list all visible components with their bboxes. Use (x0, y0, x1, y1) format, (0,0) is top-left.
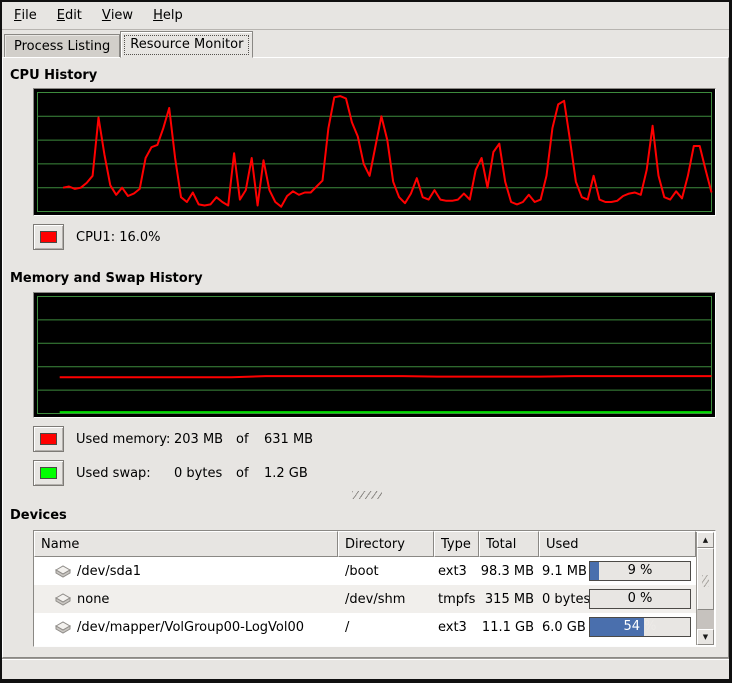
cpu-history-graph (33, 88, 716, 216)
resource-monitor-page: CPU History CPU1: 16.0% Memory and Swap … (2, 57, 729, 658)
cpu-color-swatch (40, 231, 57, 243)
device-type-cell: ext3 (434, 564, 479, 579)
memory-legend: Used memory: 203 MB of 631 MB (33, 425, 313, 453)
cpu-color-button[interactable] (33, 224, 64, 250)
device-directory-cell: /dev/shm (338, 592, 434, 607)
devices-table: Name Directory Type Total Used /dev/sda1… (33, 530, 716, 647)
memory-of-label: of (236, 432, 264, 447)
cpu-history-title: CPU History (10, 68, 97, 83)
swap-total-value: 1.2 GB (264, 466, 308, 481)
scrollbar-up-arrow-icon[interactable]: ▲ (697, 532, 714, 548)
swap-used-value: 0 bytes (174, 466, 236, 481)
progress-label: 9 % (590, 562, 690, 580)
cpu-history-plot (34, 89, 715, 215)
scrollbar-trough[interactable] (697, 610, 714, 629)
device-usage-progress-bar: 9 %9 % (589, 561, 691, 581)
progress-fill: 9 % (590, 562, 599, 580)
progress-label: 0 % (590, 590, 690, 608)
disk-drive-icon (54, 620, 72, 634)
device-total-cell: 315 MB (479, 592, 539, 607)
device-row[interactable]: none/dev/shmtmpfs315 MB0 bytes0 %0 % (34, 585, 697, 613)
memory-used-value: 203 MB (174, 432, 236, 447)
status-bar (2, 658, 729, 679)
device-type-cell: ext3 (434, 620, 479, 635)
device-name: /dev/mapper/VolGroup00-LogVol00 (77, 620, 304, 635)
memory-total-value: 631 MB (264, 432, 313, 447)
device-used-value: 6.0 GB (539, 620, 589, 635)
menu-edit[interactable]: Edit (47, 2, 92, 29)
disk-drive-icon (54, 592, 72, 606)
device-used-value: 9.1 MB (539, 564, 589, 579)
device-used-cell: 6.0 GB54 %54 % (539, 617, 696, 637)
device-name-cell: none (34, 592, 338, 607)
devices-vertical-scrollbar[interactable]: ▲ ▼ (696, 532, 714, 645)
swap-of-label: of (236, 466, 264, 481)
device-used-cell: 0 bytes0 %0 % (539, 589, 696, 609)
disk-drive-icon (54, 564, 72, 578)
devices-table-header: Name Directory Type Total Used (34, 531, 697, 557)
menu-file[interactable]: File (4, 2, 47, 29)
device-total-cell: 98.3 MB (479, 564, 539, 579)
cpu-legend-label: CPU1: 16.0% (76, 230, 161, 245)
scrollbar-thumb[interactable] (697, 548, 714, 610)
cpu-legend: CPU1: 16.0% (33, 223, 161, 251)
column-header-type[interactable]: Type (434, 531, 479, 557)
progress-fill: 54 % (590, 618, 644, 636)
swap-legend-label: Used swap: (76, 466, 174, 481)
memory-color-swatch (40, 433, 57, 445)
system-monitor-window: File Edit View Help Process Listing Reso… (0, 0, 732, 683)
device-used-cell: 9.1 MB9 %9 % (539, 561, 696, 581)
menu-bar: File Edit View Help (2, 2, 729, 30)
devices-rows: /dev/sda1/bootext398.3 MB9.1 MB9 %9 %non… (34, 557, 715, 641)
device-row[interactable]: /dev/mapper/VolGroup00-LogVol00 /ext311.1… (34, 613, 697, 641)
progress-label-overlay: 54 % (590, 618, 644, 636)
device-used-value: 0 bytes (539, 592, 589, 607)
device-usage-progress-bar: 0 %0 % (589, 589, 691, 609)
device-directory-cell: /boot (338, 564, 434, 579)
column-header-name[interactable]: Name (34, 531, 338, 557)
device-name: /dev/sda1 (77, 564, 141, 579)
devices-title: Devices (10, 508, 67, 523)
device-row[interactable]: /dev/sda1/bootext398.3 MB9.1 MB9 %9 % (34, 557, 697, 585)
column-header-total[interactable]: Total (479, 531, 539, 557)
device-name-cell: /dev/mapper/VolGroup00-LogVol00 (34, 620, 338, 635)
memory-legend-label: Used memory: (76, 432, 174, 447)
device-total-cell: 11.1 GB (479, 620, 539, 635)
menu-view[interactable]: View (92, 2, 143, 29)
swap-legend: Used swap: 0 bytes of 1.2 GB (33, 459, 308, 487)
tab-process-listing[interactable]: Process Listing (4, 34, 120, 57)
swap-color-button[interactable] (33, 460, 64, 486)
swap-color-swatch (40, 467, 57, 479)
menu-help[interactable]: Help (143, 2, 193, 29)
tab-resource-monitor[interactable]: Resource Monitor (120, 31, 253, 58)
scrollbar-down-arrow-icon[interactable]: ▼ (697, 629, 714, 645)
pane-resize-grip[interactable] (352, 491, 382, 499)
progress-label-overlay: 9 % (590, 562, 599, 580)
column-header-directory[interactable]: Directory (338, 531, 434, 557)
device-usage-progress-bar: 54 %54 % (589, 617, 691, 637)
column-header-used[interactable]: Used (539, 531, 696, 557)
device-name: none (77, 592, 109, 607)
memory-history-title: Memory and Swap History (10, 271, 203, 286)
device-name-cell: /dev/sda1 (34, 564, 338, 579)
device-type-cell: tmpfs (434, 592, 479, 607)
memory-color-button[interactable] (33, 426, 64, 452)
device-directory-cell: / (338, 620, 434, 635)
memory-history-plot (34, 293, 715, 417)
memory-history-graph (33, 292, 716, 418)
notebook-tabs: Process Listing Resource Monitor (2, 30, 729, 57)
